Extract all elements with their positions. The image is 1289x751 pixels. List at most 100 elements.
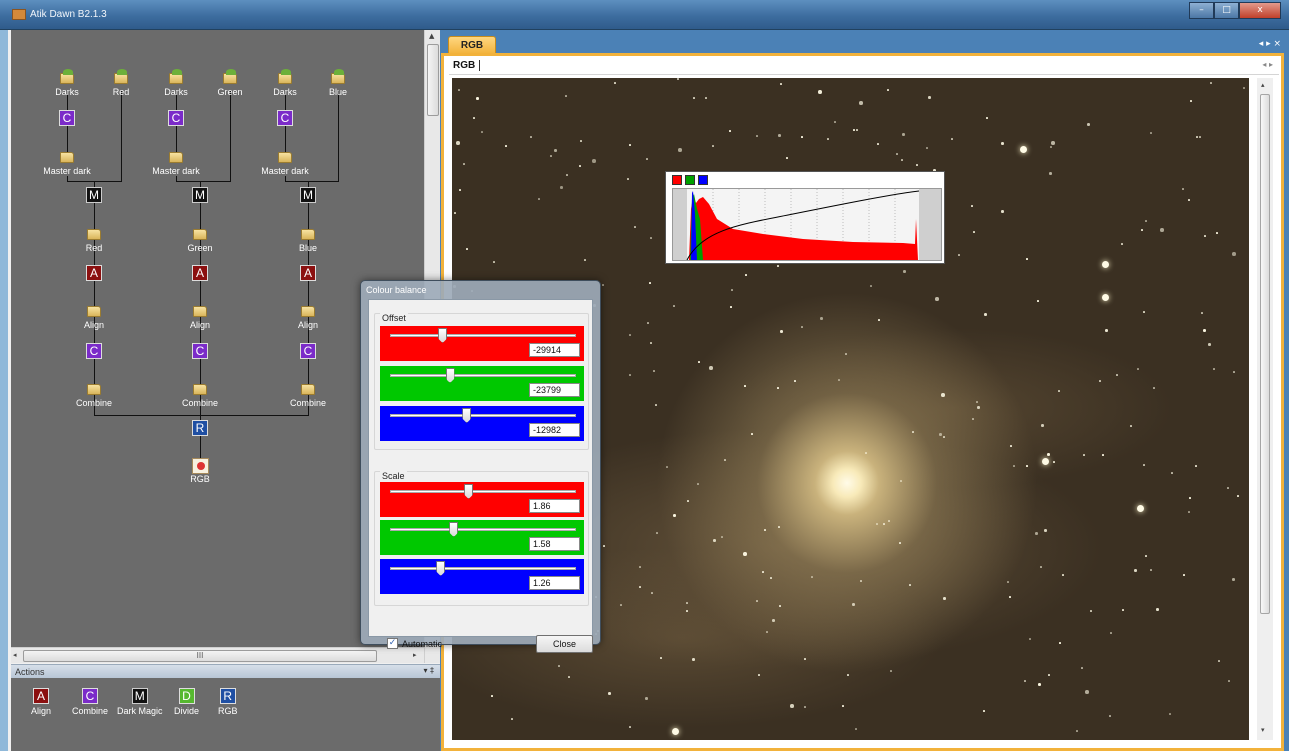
folder-icon[interactable]	[278, 69, 292, 84]
offset-green-slider[interactable]: -23799	[380, 366, 584, 401]
folder-icon[interactable]	[87, 229, 101, 240]
action-align[interactable]: A Align	[31, 688, 51, 716]
slider-track[interactable]	[390, 528, 576, 531]
slider-track[interactable]	[390, 374, 576, 377]
scroll-up-icon[interactable]: ▴	[1261, 81, 1265, 89]
combine-action-icon[interactable]: C	[192, 343, 208, 359]
inner-tab-rgb[interactable]: RGB	[453, 60, 481, 71]
scroll-thumb[interactable]	[427, 44, 439, 116]
folder-icon[interactable]	[223, 69, 237, 84]
slider-thumb[interactable]	[436, 561, 446, 576]
star	[1122, 609, 1124, 611]
scale-blue-slider[interactable]: 1.26	[380, 559, 584, 594]
wire	[200, 181, 201, 415]
offset-blue-slider[interactable]: -12982	[380, 406, 584, 441]
dark-magic-action-icon[interactable]: M	[192, 187, 208, 203]
automatic-checkbox[interactable]: ✓	[387, 638, 398, 649]
folder-icon[interactable]	[87, 306, 101, 317]
slider-track[interactable]	[390, 414, 576, 417]
close-button[interactable]: x	[1239, 2, 1281, 19]
align-action-icon[interactable]: A	[300, 265, 316, 281]
scale-green-slider[interactable]: 1.58	[380, 520, 584, 555]
align-action-icon[interactable]: A	[86, 265, 102, 281]
minimize-button[interactable]: –	[1189, 2, 1214, 19]
action-dark-magic[interactable]: M Dark Magic	[117, 688, 163, 716]
inner-tab-nav-icon[interactable]: ◂ ▸	[1262, 60, 1273, 69]
star	[639, 566, 641, 568]
star	[653, 370, 655, 372]
pin-icon[interactable]: ▾ ‡	[423, 666, 434, 675]
folder-icon[interactable]	[60, 69, 74, 84]
folder-icon[interactable]	[193, 306, 207, 317]
slider-track[interactable]	[390, 490, 576, 493]
slider-thumb[interactable]	[445, 368, 455, 383]
combine-action-icon[interactable]: C	[86, 343, 102, 359]
horizontal-scrollbar[interactable]: ◂ III ▸	[11, 647, 424, 663]
folder-icon[interactable]	[169, 152, 183, 163]
scroll-right-icon[interactable]: ▸	[413, 651, 417, 659]
red-channel-toggle[interactable]	[672, 175, 682, 185]
slider-track[interactable]	[390, 334, 576, 337]
offset-blue-value[interactable]: -12982	[529, 423, 580, 437]
scroll-down-icon[interactable]: ▾	[1261, 726, 1265, 734]
calibrate-action-icon[interactable]: C	[277, 110, 293, 126]
offset-green-value[interactable]: -23799	[529, 383, 580, 397]
tab-nav-icon[interactable]: ◂ ▸ ×	[1259, 39, 1281, 49]
offset-red-slider[interactable]: -29914	[380, 326, 584, 361]
slider-thumb[interactable]	[449, 522, 459, 537]
close-dialog-button[interactable]: Close	[536, 635, 593, 653]
combine-action-icon[interactable]: C	[300, 343, 316, 359]
scale-red-value[interactable]: 1.86	[529, 499, 580, 513]
image-vertical-scrollbar[interactable]: ▴ ▾	[1257, 78, 1273, 740]
action-rgb[interactable]: R RGB	[218, 688, 238, 716]
tab-rgb[interactable]: RGB	[448, 36, 496, 54]
slider-track[interactable]	[390, 567, 576, 570]
scroll-thumb[interactable]: III	[23, 650, 377, 662]
green-channel-toggle[interactable]	[685, 175, 695, 185]
folder-icon[interactable]	[60, 152, 74, 163]
align-action-icon[interactable]: A	[192, 265, 208, 281]
maximize-button[interactable]: □	[1214, 2, 1239, 19]
folder-icon[interactable]	[87, 384, 101, 395]
wire	[285, 181, 339, 182]
folder-icon[interactable]	[301, 384, 315, 395]
histogram-panel[interactable]	[665, 171, 945, 264]
star	[1026, 258, 1028, 260]
folder-icon[interactable]	[114, 69, 128, 84]
folder-icon[interactable]	[301, 229, 315, 240]
slider-thumb[interactable]	[462, 408, 472, 423]
folder-icon[interactable]	[193, 384, 207, 395]
rgb-action-icon[interactable]: R	[192, 420, 208, 436]
calibrate-action-icon[interactable]: C	[168, 110, 184, 126]
scroll-left-icon[interactable]: ◂	[13, 651, 17, 659]
folder-icon[interactable]	[278, 152, 292, 163]
star	[883, 523, 885, 525]
star	[1102, 454, 1104, 456]
scroll-thumb[interactable]	[1260, 94, 1270, 614]
offset-red-value[interactable]: -29914	[529, 343, 580, 357]
combine-action-icon: C	[82, 688, 99, 704]
rgb-file-icon[interactable]	[192, 458, 209, 474]
scale-blue-value[interactable]: 1.26	[529, 576, 580, 590]
star	[493, 261, 495, 263]
slider-thumb[interactable]	[438, 328, 448, 343]
action-divide[interactable]: D Divide	[174, 688, 199, 716]
folder-icon[interactable]	[331, 69, 345, 84]
star	[1087, 123, 1090, 126]
star	[976, 401, 978, 403]
dark-magic-action-icon[interactable]: M	[300, 187, 316, 203]
star	[818, 90, 822, 94]
folder-icon[interactable]	[193, 229, 207, 240]
folder-icon[interactable]	[169, 69, 183, 84]
star	[758, 674, 760, 676]
scale-red-slider[interactable]: 1.86	[380, 482, 584, 517]
folder-icon[interactable]	[301, 306, 315, 317]
slider-thumb[interactable]	[464, 484, 474, 499]
scale-green-value[interactable]: 1.58	[529, 537, 580, 551]
blue-channel-toggle[interactable]	[698, 175, 708, 185]
calibrate-action-icon[interactable]: C	[59, 110, 75, 126]
scroll-up-icon[interactable]: ▲	[429, 32, 434, 40]
action-combine[interactable]: C Combine	[72, 688, 108, 716]
dark-magic-action-icon[interactable]: M	[86, 187, 102, 203]
star	[491, 695, 493, 697]
